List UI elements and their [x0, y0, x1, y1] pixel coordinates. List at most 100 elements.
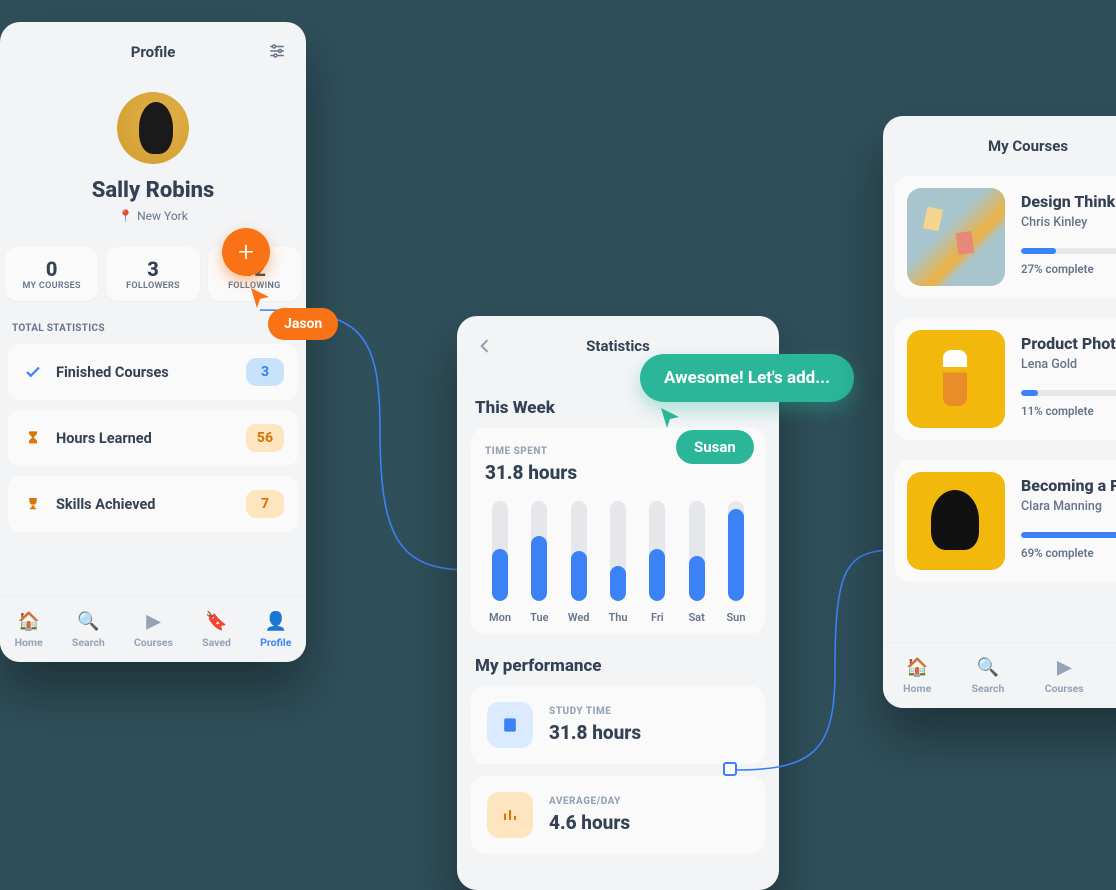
progress-track: [1021, 390, 1116, 396]
tab-courses[interactable]: ▶Courses: [1045, 657, 1084, 695]
tab-bar: 🏠Home 🔍Search ▶Courses 🔖Saved: [883, 642, 1116, 708]
page-title: Statistics: [586, 337, 650, 355]
tab-profile[interactable]: 👤Profile: [260, 611, 291, 649]
search-icon: 🔍: [977, 657, 999, 678]
progress-percent-label: 69% complete: [1021, 546, 1116, 560]
tab-courses[interactable]: ▶Courses: [134, 611, 173, 649]
progress-percent-label: 27% complete: [1021, 262, 1116, 276]
comment-bubble[interactable]: Awesome! Let's add...: [640, 354, 854, 402]
collaborator-name-label: Jason: [268, 308, 338, 340]
bar-tue[interactable]: Tue: [524, 501, 554, 624]
bar-mon[interactable]: Mon: [485, 501, 515, 624]
course-row[interactable]: Product Photography Lena Gold 11% complete: [895, 318, 1116, 440]
add-button[interactable]: +: [222, 228, 270, 276]
connector-line: [260, 310, 480, 580]
stat-row-finished-courses[interactable]: Finished Courses 3: [8, 344, 298, 400]
connector-line: [735, 550, 905, 780]
tab-saved[interactable]: 🔖Saved: [202, 611, 231, 649]
bar-fill: [492, 549, 508, 601]
course-author: Chris Kinley: [1021, 215, 1116, 230]
stat-my-courses[interactable]: 0 MY COURSES: [5, 247, 98, 301]
bar-track: [492, 501, 508, 601]
stat-followers[interactable]: 3 FOLLOWERS: [106, 247, 199, 301]
course-thumbnail: [907, 330, 1005, 428]
play-icon: ▶: [147, 611, 161, 632]
bar-wed[interactable]: Wed: [564, 501, 594, 624]
user-location: 📍 New York: [118, 209, 188, 223]
selection-handle[interactable]: [723, 762, 737, 776]
weekly-bar-chart: MonTueWedThuFriSatSun: [485, 504, 751, 624]
course-title: Product Photography: [1021, 334, 1116, 353]
cursor-icon: [658, 406, 682, 430]
collaborator-name-label: Susan: [676, 430, 754, 464]
perf-row-average-day[interactable]: AVERAGE/DAY 4.6 hours: [471, 776, 765, 854]
plus-icon: +: [238, 238, 254, 266]
pin-icon: 📍: [118, 209, 133, 223]
bar-fri[interactable]: Fri: [642, 501, 672, 624]
user-icon: 👤: [265, 611, 287, 632]
bar-fill: [689, 556, 705, 601]
profile-identity: Sally Robins 📍 New York: [0, 92, 306, 223]
tab-home[interactable]: 🏠Home: [15, 611, 43, 649]
progress-fill: [1021, 248, 1056, 254]
profile-header: Profile: [0, 22, 306, 82]
home-icon: 🏠: [17, 611, 39, 632]
trophy-icon: [22, 495, 44, 513]
course-row[interactable]: Design Thinking Chris Kinley 27% complete: [895, 176, 1116, 298]
bar-track: [649, 501, 665, 601]
bar-fill: [610, 566, 626, 601]
bookmark-icon: 🔖: [205, 611, 227, 632]
course-row[interactable]: Becoming a Photographer Clara Manning 69% …: [895, 460, 1116, 582]
course-title: Becoming a Photographer: [1021, 476, 1116, 495]
course-author: Clara Manning: [1021, 499, 1116, 514]
tab-home[interactable]: 🏠Home: [903, 657, 931, 695]
user-name: Sally Robins: [92, 178, 215, 203]
course-author: Lena Gold: [1021, 357, 1116, 372]
courses-list: Design Thinking Chris Kinley 27% complete P…: [883, 176, 1116, 582]
course-title: Design Thinking: [1021, 192, 1116, 211]
progress-track: [1021, 532, 1116, 538]
stat-row-hours-learned[interactable]: Hours Learned 56: [8, 410, 298, 466]
bar-thu[interactable]: Thu: [603, 501, 633, 624]
tab-bar: 🏠Home 🔍Search ▶Courses 🔖Saved 👤Profile: [0, 596, 306, 662]
bar-label: Fri: [651, 611, 664, 624]
bar-label: Wed: [568, 611, 590, 624]
back-arrow-icon[interactable]: [475, 336, 495, 360]
bar-track: [571, 501, 587, 601]
collaborator-cursor-susan: Awesome! Let's add... Susan: [640, 354, 854, 402]
bar-label: Thu: [608, 611, 627, 624]
progress-fill: [1021, 390, 1038, 396]
collaborator-cursor-jason: + Jason: [222, 228, 270, 276]
time-spent-value: 31.8 hours: [485, 461, 751, 484]
progress-percent-label: 11% complete: [1021, 404, 1116, 418]
bar-fill: [531, 536, 547, 601]
bar-fill: [571, 551, 587, 601]
bar-chart-icon: [487, 792, 533, 838]
check-icon: [22, 363, 44, 381]
progress-track: [1021, 248, 1116, 254]
home-icon: 🏠: [906, 657, 928, 678]
settings-sliders-icon[interactable]: [268, 42, 286, 64]
avatar[interactable]: [117, 92, 189, 164]
section-title-my-performance: My performance: [475, 656, 761, 676]
book-icon: [487, 702, 533, 748]
tab-search[interactable]: 🔍Search: [72, 611, 105, 649]
courses-header: My Courses: [883, 116, 1116, 176]
bar-track: [610, 501, 626, 601]
hourglass-icon: [22, 429, 44, 447]
search-icon: 🔍: [77, 611, 99, 632]
tab-search[interactable]: 🔍Search: [972, 657, 1005, 695]
bar-sat[interactable]: Sat: [682, 501, 712, 624]
statistics-screen: Statistics This Week TIME SPENT 31.8 hou…: [457, 316, 779, 890]
bar-label: Sat: [688, 611, 704, 624]
perf-row-study-time[interactable]: STUDY TIME 31.8 hours: [471, 686, 765, 764]
play-icon: ▶: [1057, 657, 1071, 678]
my-courses-screen: My Courses Design Thinking Chris Kinley 27…: [883, 116, 1116, 708]
bar-fill: [649, 549, 665, 601]
bar-track: [531, 501, 547, 601]
course-thumbnail: [907, 188, 1005, 286]
stat-row-skills-achieved[interactable]: Skills Achieved 7: [8, 476, 298, 532]
page-title: Profile: [131, 43, 176, 61]
bar-track: [689, 501, 705, 601]
progress-fill: [1021, 532, 1116, 538]
